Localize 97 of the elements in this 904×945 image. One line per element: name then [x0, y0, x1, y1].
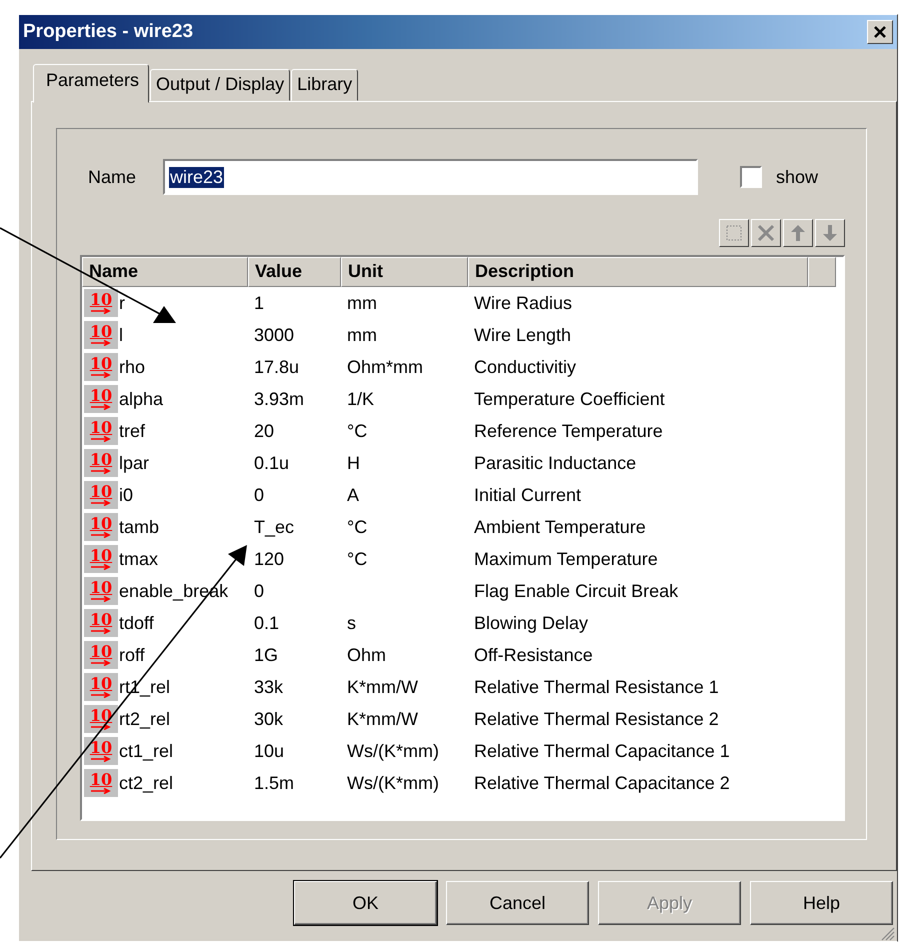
close-icon — [873, 25, 887, 39]
name-field[interactable]: wire23 — [163, 159, 698, 195]
table-cell: 17.8u — [254, 356, 300, 376]
column-header[interactable]: Description — [468, 257, 808, 287]
parameter-icon: 10 — [84, 577, 118, 605]
name-label: Name — [88, 166, 138, 188]
show-label: show — [776, 166, 818, 188]
table-cell: Blowing Delay — [474, 612, 588, 632]
table-cell: ct2_rel — [119, 772, 174, 794]
table-cell: 1/K — [347, 388, 374, 408]
tab[interactable]: Library — [291, 69, 358, 101]
parameter-icon: 10 — [84, 705, 118, 733]
column-header[interactable]: Value — [248, 257, 341, 287]
table-cell: i0 — [119, 484, 134, 506]
parameter-icon: 10 — [84, 673, 118, 701]
table-cell: 0 — [254, 484, 264, 504]
close-button[interactable] — [867, 20, 893, 44]
table-cell: mm — [347, 324, 377, 344]
parameter-icon: 10 — [84, 545, 118, 573]
table-cell: Ohm — [347, 644, 386, 664]
table-cell: 20 — [254, 420, 274, 440]
table-cell: 0.1u — [254, 452, 290, 472]
table-cell: tdoff — [119, 612, 154, 634]
table-cell: A — [347, 484, 360, 504]
table-cell: tref — [119, 420, 146, 442]
table-cell: K*mm/W — [347, 708, 418, 728]
table-cell: lpar — [119, 452, 150, 474]
table-cell: 33k — [254, 676, 284, 696]
table-cell: Initial Current — [474, 484, 582, 504]
table-cell: T_ec — [254, 516, 294, 536]
table-cell: K*mm/W — [347, 676, 418, 696]
table-cell: Conductivitiy — [474, 356, 576, 376]
table-cell: Relative Thermal Resistance 1 — [474, 676, 719, 696]
tab[interactable]: Output / Display — [150, 69, 290, 101]
table-cell: 1 — [254, 292, 264, 312]
table-cell: tmax — [119, 548, 158, 570]
table-cell: roff — [119, 644, 145, 666]
parameter-icon: 10 — [84, 513, 118, 541]
dialog-button[interactable]: Cancel — [446, 881, 589, 925]
table-cell: 3.93m — [254, 388, 304, 408]
column-header[interactable]: Unit — [341, 257, 468, 287]
tab[interactable]: Parameters — [33, 64, 150, 103]
table-cell: Wire Length — [474, 324, 572, 344]
table-cell: 0.1 — [254, 612, 280, 632]
parameter-icon: 10 — [84, 353, 118, 381]
table-cell: Ws/(K*mm) — [347, 772, 439, 792]
table-cell: 1G — [254, 644, 278, 664]
parameter-icon: 10 — [84, 385, 118, 413]
dialog-button[interactable]: OK — [294, 881, 437, 925]
delete-icon — [756, 223, 776, 243]
parameter-icon: 10 — [84, 769, 118, 797]
table-cell: Relative Thermal Capacitance 2 — [474, 772, 730, 792]
table-cell: Off-Resistance — [474, 644, 593, 664]
table-cell: 1.5m — [254, 772, 294, 792]
parameter-icon: 10 — [84, 481, 118, 509]
table-cell: Relative Thermal Capacitance 1 — [474, 740, 730, 760]
window-title: Properties - wire23 — [23, 21, 194, 43]
table-cell: r — [119, 292, 125, 314]
table-cell: Relative Thermal Resistance 2 — [474, 708, 719, 728]
table-cell: alpha — [119, 388, 164, 410]
parameter-icon: 10 — [84, 737, 118, 765]
table-cell: °C — [347, 548, 368, 568]
table-cell: 10u — [254, 740, 284, 760]
table-cell: Ohm*mm — [347, 356, 423, 376]
table-cell: 0 — [254, 580, 264, 600]
show-checkbox[interactable] — [740, 166, 762, 188]
parameter-icon: 10 — [84, 289, 118, 317]
resize-grip-icon[interactable] — [881, 925, 895, 939]
table-cell: Maximum Temperature — [474, 548, 658, 568]
dialog-button[interactable]: Help — [750, 881, 893, 925]
parameter-icon: 10 — [84, 449, 118, 477]
table-cell: tamb — [119, 516, 160, 538]
table-cell: rt2_rel — [119, 708, 170, 730]
parameter-icon: 10 — [84, 641, 118, 669]
table-cell: Wire Radius — [474, 292, 572, 312]
table-cell: Ws/(K*mm) — [347, 740, 439, 760]
table-cell: ct1_rel — [119, 740, 174, 762]
parameter-icon: 10 — [84, 609, 118, 637]
table-cell: Ambient Temperature — [474, 516, 646, 536]
table-cell: s — [347, 612, 356, 632]
table-cell: °C — [347, 420, 368, 440]
table-cell: °C — [347, 516, 368, 536]
table-cell: Flag Enable Circuit Break — [474, 580, 678, 600]
new-row-icon — [724, 223, 744, 243]
table-cell: Reference Temperature — [474, 420, 663, 440]
column-header[interactable]: Name — [82, 257, 248, 287]
table-cell: 120 — [254, 548, 284, 568]
table-cell: Parasitic Inductance — [474, 452, 636, 472]
table-cell: Temperature Coefficient — [474, 388, 665, 408]
table-cell: rho — [119, 356, 146, 378]
table-cell: 30k — [254, 708, 284, 728]
parameter-icon: 10 — [84, 417, 118, 445]
table-cell: 3000 — [254, 324, 294, 344]
table-cell: mm — [347, 292, 377, 312]
parameter-icon: 10 — [84, 321, 118, 349]
table-cell: l — [119, 324, 123, 346]
table-cell: H — [347, 452, 360, 472]
